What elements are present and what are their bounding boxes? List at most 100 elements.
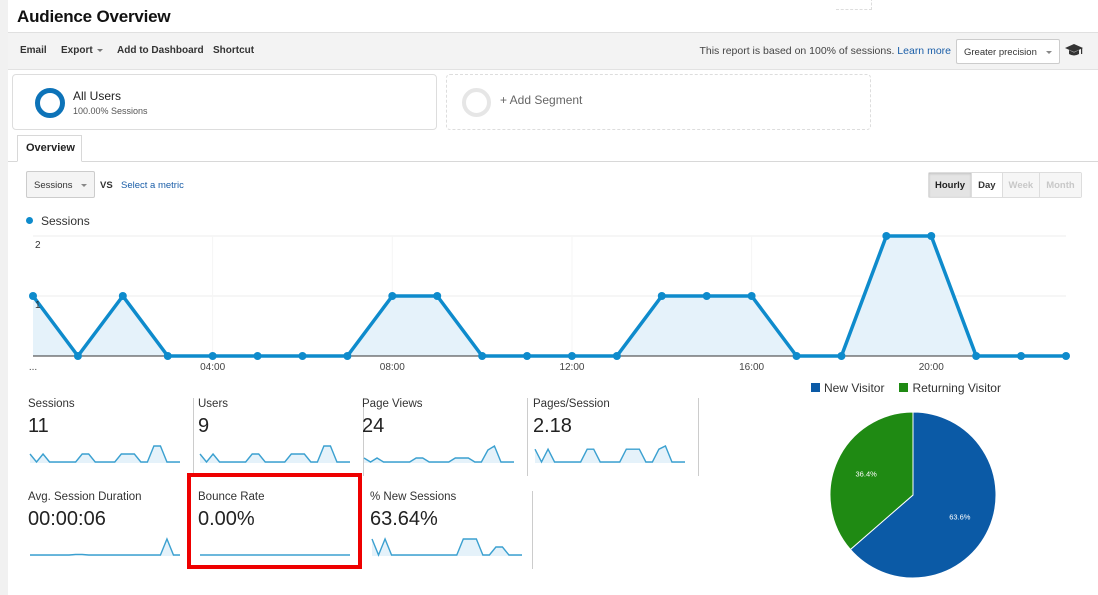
period-toggle-group: Hourly Day Week Month (928, 172, 1082, 198)
sparkline (199, 445, 350, 464)
legend-returning-visitor-label: Returning Visitor (912, 381, 1001, 395)
data-point (1062, 352, 1070, 360)
chevron-down-icon (96, 48, 103, 52)
sessions-line-chart[interactable]: 1 2... 04:00 08:00 12:00 16:00 20:00 (8, 228, 1098, 378)
metric-label: Avg. Session Duration (28, 491, 142, 503)
y-tick-label: 1 (35, 300, 41, 311)
data-point (388, 292, 397, 300)
metric-value: 2.18 (533, 415, 572, 437)
metric-value: 00:00:06 (28, 508, 106, 530)
sparkline (363, 444, 514, 463)
export-label: Export (61, 45, 93, 56)
graduation-cap-icon[interactable] (1065, 43, 1083, 57)
metric-tile-page-views[interactable]: Page Views 24 (360, 398, 528, 476)
period-month-button: Month (1040, 173, 1081, 197)
x-tick-label: 08:00 (380, 362, 405, 373)
data-point (298, 352, 307, 360)
segment-ring-icon (35, 88, 65, 118)
data-point (972, 352, 981, 360)
sparkline-area (200, 446, 350, 463)
segment-ring-placeholder-icon (462, 88, 491, 117)
sampling-notice: This report is based on 100% of sessions… (699, 45, 951, 57)
report-toolbar: Email Export Add to Dashboard Shortcut T… (8, 33, 1098, 70)
pie-slice-label: 36.4% (856, 470, 878, 479)
precision-select[interactable]: Greater precision (956, 39, 1060, 64)
segment-percentage: 100.00% Sessions (73, 106, 148, 116)
metric-label: Page Views (362, 398, 423, 410)
dashed-placeholder (836, 0, 872, 10)
legend-returning-visitor[interactable]: Returning Visitor (899, 381, 1001, 395)
add-segment-button[interactable]: + Add Segment (446, 74, 871, 130)
precision-value: Greater precision (964, 47, 1037, 58)
metric-value: 63.64% (370, 508, 438, 530)
sparkline (29, 445, 180, 464)
data-point (29, 292, 37, 300)
export-button[interactable]: Export (61, 45, 103, 56)
primary-metric-select[interactable]: Sessions (26, 171, 95, 198)
legend-dot-icon (26, 217, 33, 224)
metric-tile-pages-session[interactable]: Pages/Session 2.18 (531, 398, 699, 476)
data-point (567, 352, 576, 360)
legend-new-visitor[interactable]: New Visitor (811, 381, 884, 395)
tab-overview[interactable]: Overview (17, 135, 82, 162)
data-point (523, 352, 532, 360)
page-title: Audience Overview (17, 7, 171, 26)
metric-select-value: Sessions (34, 180, 73, 191)
visitor-pie-chart[interactable]: 63.6% 36.4% (828, 410, 998, 580)
data-point (747, 292, 756, 300)
metric-label: % New Sessions (370, 491, 457, 503)
sparkline-line (30, 537, 180, 556)
data-point (118, 292, 127, 300)
x-tick-label: ... (29, 362, 37, 373)
data-point (208, 352, 217, 360)
highlight-annotation (187, 473, 362, 569)
data-point (478, 352, 487, 360)
legend-new-visitor-label: New Visitor (824, 381, 885, 395)
x-tick-label: 20:00 (919, 362, 944, 373)
metric-value: 24 (362, 415, 385, 437)
data-point (927, 232, 936, 240)
data-point (792, 352, 801, 360)
x-tick-label: 12:00 (559, 362, 584, 373)
period-day-button[interactable]: Day (972, 173, 1003, 197)
segment-all-users[interactable]: All Users 100.00% Sessions (12, 74, 437, 130)
sparkline (30, 537, 180, 556)
chevron-down-icon (1046, 51, 1052, 54)
data-point (73, 352, 82, 360)
pie-slice-label: 63.6% (949, 512, 971, 521)
chevron-down-icon (81, 184, 87, 187)
vs-label: VS (100, 180, 113, 191)
sparkline (534, 445, 685, 464)
data-point (657, 292, 666, 300)
x-tick-label: 04:00 (200, 362, 225, 373)
legend-label: Sessions (41, 214, 90, 228)
legend-swatch-icon (811, 383, 820, 392)
data-point (1017, 352, 1026, 360)
data-point (612, 352, 621, 360)
sampling-text: This report is based on 100% of sessions… (699, 45, 895, 57)
metric-tile-avg-session-duration[interactable]: Avg. Session Duration 00:00:06 (26, 491, 194, 569)
shortcut-button[interactable]: Shortcut (213, 45, 254, 56)
pie-legend: New Visitor Returning Visitor (811, 381, 1001, 395)
period-hourly-button[interactable]: Hourly (929, 173, 973, 197)
period-week-button: Week (1002, 173, 1041, 197)
data-point (702, 292, 711, 300)
title-bar: Audience Overview (8, 0, 1098, 33)
learn-more-link[interactable]: Learn more (897, 45, 951, 57)
sparkline (371, 537, 522, 557)
data-point (882, 232, 891, 240)
metric-tile-new-sessions[interactable]: % New Sessions 63.64% (368, 491, 533, 569)
email-button[interactable]: Email (20, 45, 47, 56)
metric-label: Sessions (28, 398, 75, 410)
x-tick-label: 16:00 (739, 362, 764, 373)
sparkline-area (30, 539, 180, 556)
metric-tile-sessions[interactable]: Sessions 11 (26, 398, 194, 476)
metric-value: 9 (198, 415, 210, 437)
data-point (837, 352, 846, 360)
add-to-dashboard-button[interactable]: Add to Dashboard (117, 45, 204, 56)
chart-legend: Sessions (26, 214, 90, 228)
select-metric-link[interactable]: Select a metric (121, 180, 184, 191)
app-window: Audience Overview Email Export Add to Da… (8, 0, 1098, 595)
metric-tile-users[interactable]: Users 9 (196, 398, 364, 476)
data-point (163, 352, 172, 360)
